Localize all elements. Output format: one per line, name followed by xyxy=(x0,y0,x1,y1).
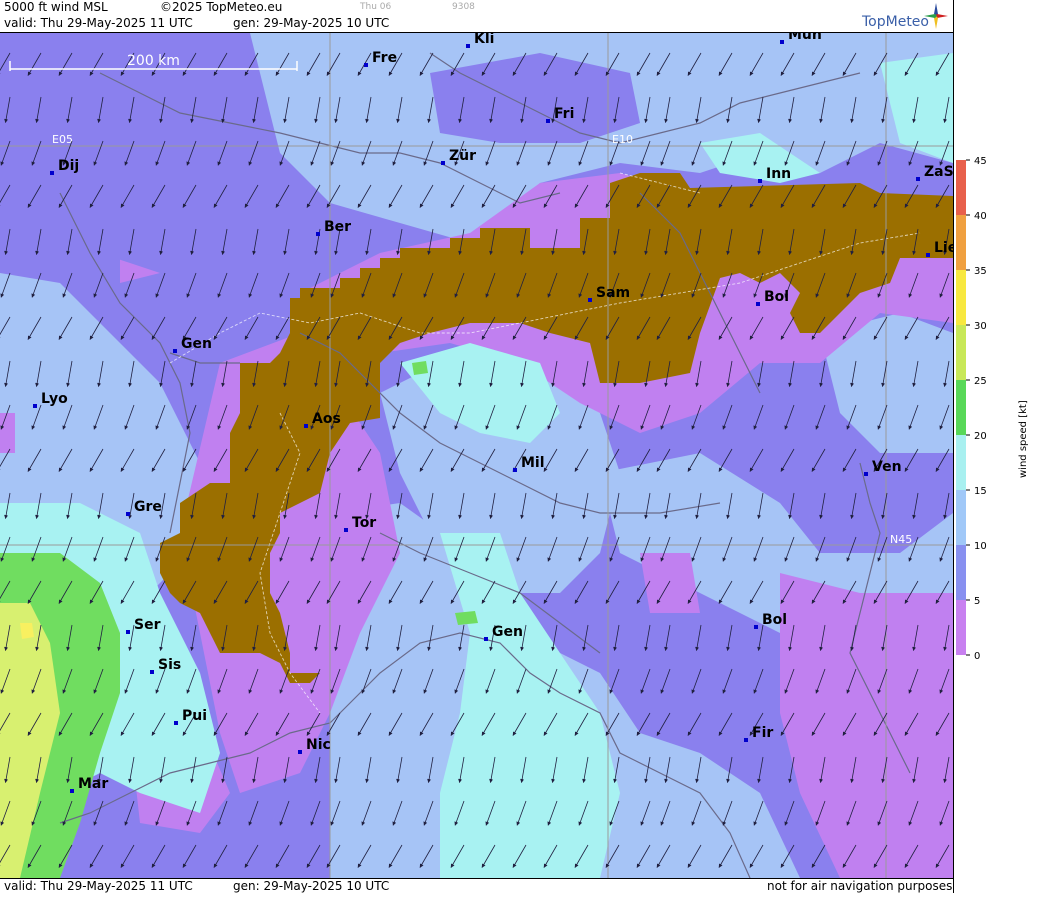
city-dot xyxy=(364,63,368,67)
legend-title: wind speed [kt] xyxy=(1018,400,1029,478)
city-dot xyxy=(754,625,758,629)
city-label: Lie xyxy=(934,240,953,256)
city-label: Inn xyxy=(766,166,791,182)
city-dot xyxy=(316,232,320,236)
topmeteo-logo: TopMeteo xyxy=(862,14,929,30)
city-dot xyxy=(588,298,592,302)
legend-color-segment xyxy=(956,380,966,435)
map-footer: valid: Thu 29-May-2025 11 UTC gen: 29-Ma… xyxy=(0,878,953,894)
legend-tick-label: 10 xyxy=(974,541,987,552)
grid-label-e05: E05 xyxy=(52,133,73,146)
faint-day: Thu 06 xyxy=(360,2,392,12)
city-label: Gen xyxy=(181,336,212,352)
city-label: Fir xyxy=(752,725,773,741)
city-label: Tor xyxy=(352,515,376,531)
city-dot xyxy=(150,670,154,674)
legend-tick-label: 15 xyxy=(974,486,987,497)
copyright: ©2025 TopMeteo.eu xyxy=(160,0,283,14)
legend-tick-label: 40 xyxy=(974,211,987,222)
city-dot xyxy=(298,750,302,754)
city-label: Ber xyxy=(324,219,351,235)
city-dot xyxy=(173,349,177,353)
city-label: Nic xyxy=(306,737,331,753)
city-label: Ser xyxy=(134,617,161,633)
city-dot xyxy=(126,630,130,634)
legend-color-segment xyxy=(956,215,966,270)
city-label: Ven xyxy=(872,459,902,475)
city-dot xyxy=(33,404,37,408)
city-dot xyxy=(513,468,517,472)
color-legend: 45 40 35 30 25 20 15 10 5 0 wind speed [kt] xyxy=(953,0,1045,893)
city-dot xyxy=(744,738,748,742)
city-label: ZaS xyxy=(924,164,953,180)
grid-label-n45: N45 xyxy=(890,533,912,546)
city-dot xyxy=(780,40,784,44)
city-dot xyxy=(466,44,470,48)
city-label: Zür xyxy=(449,148,476,164)
grid-label-e10: E10 xyxy=(612,133,633,146)
generated-time: gen: 29-May-2025 10 UTC xyxy=(233,16,390,30)
city-dot xyxy=(926,253,930,257)
city-label: Bol xyxy=(764,289,789,305)
city-label: Mil xyxy=(521,455,545,471)
legend-color-segment xyxy=(956,270,966,325)
city-dot xyxy=(484,637,488,641)
valid-time: valid: Thu 29-May-2025 11 UTC xyxy=(4,16,193,30)
legend-color-segment xyxy=(956,490,966,545)
city-dot xyxy=(174,721,178,725)
legend-color-segment xyxy=(956,325,966,380)
city-label: Mar xyxy=(78,776,108,792)
city-dot xyxy=(916,177,920,181)
city-label: Sis xyxy=(158,657,181,673)
city-label: Pui xyxy=(182,708,207,724)
city-label: Dij xyxy=(58,158,79,174)
city-dot xyxy=(864,472,868,476)
city-dot xyxy=(756,302,760,306)
city-dot xyxy=(50,171,54,175)
product-title: 5000 ft wind MSL xyxy=(4,0,108,14)
city-label: Sam xyxy=(596,285,630,301)
city-label: Gen xyxy=(492,624,523,640)
legend-color-segment xyxy=(956,545,966,600)
city-dot xyxy=(70,789,74,793)
scale-bar-label: 200 km xyxy=(127,53,180,69)
city-label: Mün xyxy=(788,33,822,43)
compass-logo-icon xyxy=(924,3,948,29)
legend-color-segment xyxy=(956,600,966,655)
legend-color-segment xyxy=(956,160,966,215)
city-label: Aos xyxy=(312,411,341,427)
city-label: Lyo xyxy=(41,391,68,407)
city-label: Bol xyxy=(762,612,787,628)
footer-valid-time: valid: Thu 29-May-2025 11 UTC xyxy=(4,879,193,893)
disclaimer: not for air navigation purposes xyxy=(767,879,953,893)
legend-color-bar xyxy=(956,160,966,655)
legend-tick-label: 20 xyxy=(974,431,987,442)
city-label: Kli xyxy=(474,33,494,47)
city-dot xyxy=(441,161,445,165)
legend-tick-label: 5 xyxy=(974,596,980,607)
city-dot xyxy=(126,512,130,516)
legend-tick-label: 0 xyxy=(974,651,980,662)
city-label: Gre xyxy=(134,499,162,515)
legend-color-segment xyxy=(956,435,966,490)
city-dot xyxy=(344,528,348,532)
city-label: Fre xyxy=(372,50,397,66)
legend-tick-label: 45 xyxy=(974,156,987,167)
city-dot xyxy=(758,179,762,183)
city-label: Fri xyxy=(554,106,574,122)
map-header: 5000 ft wind MSL ©2025 TopMeteo.eu Thu 0… xyxy=(0,0,953,33)
legend-ticks: 45 40 35 30 25 20 15 10 5 0 xyxy=(966,156,987,662)
city-dot xyxy=(546,119,550,123)
legend-tick-label: 35 xyxy=(974,266,987,277)
city-dot xyxy=(304,424,308,428)
faint-code: 9308 xyxy=(452,2,475,12)
legend-tick-label: 25 xyxy=(974,376,987,387)
wind-map[interactable]: E05 E10 N45 200 km Kli Mün Fre Fri Dij Zür Inn… xyxy=(0,33,953,878)
footer-generated-time: gen: 29-May-2025 10 UTC xyxy=(233,879,390,893)
legend-tick-label: 30 xyxy=(974,321,987,332)
